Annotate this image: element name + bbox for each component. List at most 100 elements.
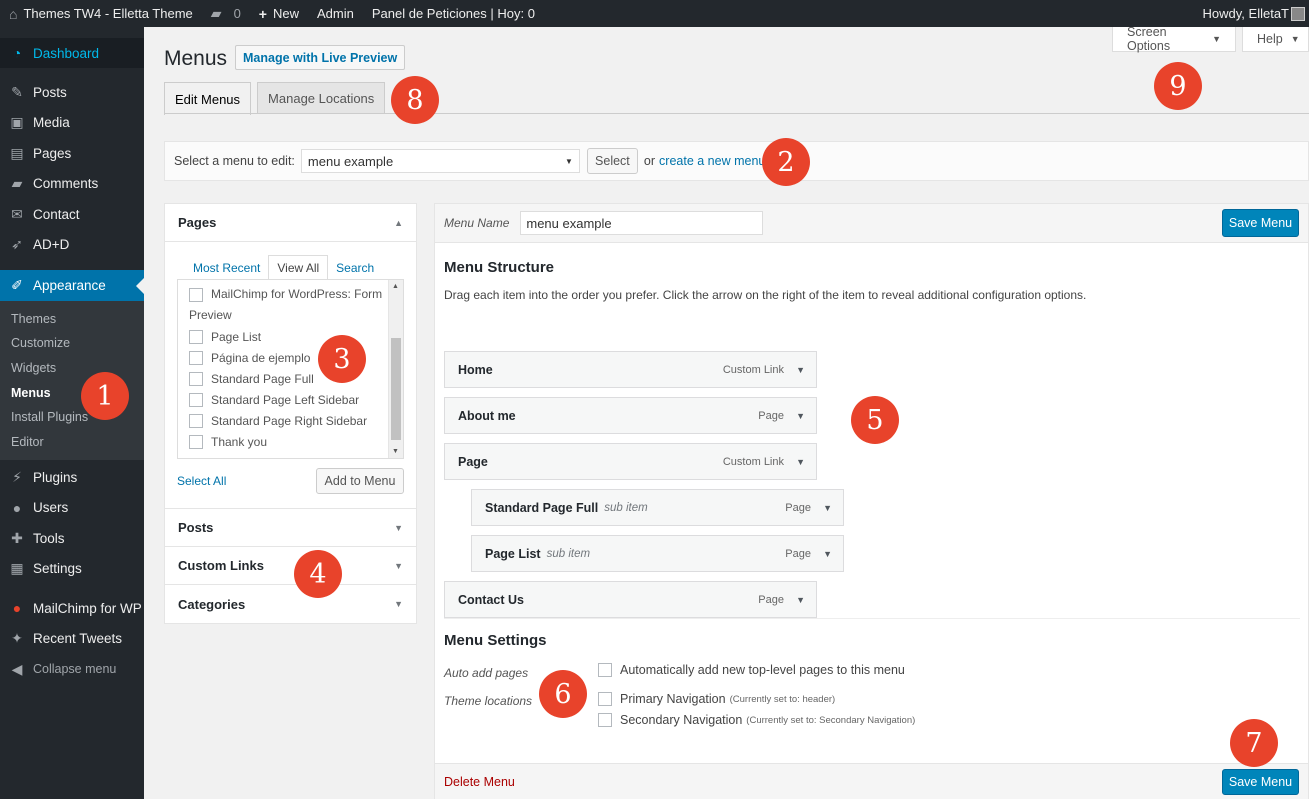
sub-item-label: sub item [546,547,591,560]
menu-name-input[interactable]: menu example [520,211,764,235]
caret-down-icon[interactable]: ▼ [796,365,805,375]
list-item[interactable]: Standard Page Left Sidebar [189,389,403,410]
list-item[interactable]: MailChimp for WordPress: Form Preview [189,284,403,326]
menu-item-row[interactable]: Page Custom Link ▼ [444,443,817,480]
sidebar-label: Dashboard [33,45,100,61]
list-item[interactable]: Standard Page Right Sidebar [189,410,403,431]
sidebar-item-tools[interactable]: ✚ Tools [0,523,144,554]
create-new-menu-link[interactable]: create a new menu. [659,154,769,168]
sidebar-item-add[interactable]: ➶ AD+D [0,230,144,261]
caret-down-icon[interactable]: ▼ [796,457,805,467]
sidebar-item-posts[interactable]: ✎ Posts [0,77,144,108]
rocket-icon: ➶ [11,236,23,253]
menu-select-dropdown[interactable]: menu example ▼ [300,149,580,173]
checkbox[interactable] [189,287,203,302]
caret-down-icon: ▼ [1212,34,1221,44]
delete-menu-link[interactable]: Delete Menu [444,775,515,789]
caret-down-icon[interactable]: ▼ [796,595,805,605]
checkbox[interactable] [598,663,612,677]
secondary-navigation-option[interactable]: Secondary Navigation (Currently set to: S… [598,713,915,727]
page-item-label: Page List [211,329,262,344]
caret-up-icon: ▲ [394,217,403,228]
submenu-editor[interactable]: Editor [0,429,144,454]
screen-options-button[interactable]: Screen Options ▼ [1112,25,1236,53]
select-button[interactable]: Select [586,148,638,174]
sidebar-item-appearance[interactable]: ✐ Appearance [0,270,144,301]
callout-badge: 5 [851,396,899,444]
tab-edit-menus[interactable]: Edit Menus [164,82,252,115]
pages-section-header[interactable]: Pages ▲ [165,204,416,242]
page-item-label: Thank you [211,434,268,449]
sidebar-item-tweets[interactable]: ✦ Recent Tweets [0,624,144,655]
save-menu-button-bottom[interactable]: Save Menu [1222,768,1299,795]
admin-link[interactable]: Admin [308,0,363,27]
save-menu-button-top[interactable]: Save Menu [1222,209,1299,237]
checklist-scrollbar[interactable]: ▲ ▼ [388,280,403,458]
sidebar-item-contact[interactable]: ✉ Contact [0,199,144,230]
checkbox[interactable] [189,350,203,365]
sidebar-item-plugins[interactable]: ⚡ Plugins [0,462,144,493]
posts-section-header[interactable]: Posts ▼ [165,509,416,547]
checkbox[interactable] [189,371,203,386]
checkbox[interactable] [189,392,203,407]
auto-add-option[interactable]: Automatically add new top-level pages to… [598,663,905,677]
primary-navigation-option[interactable]: Primary Navigation (Currently set to: hea… [598,692,835,706]
scroll-down-icon[interactable]: ▼ [392,448,399,455]
caret-down-icon[interactable]: ▼ [796,411,805,421]
sidebar-item-media[interactable]: ▣ Media [0,108,144,139]
menu-item-row[interactable]: Contact Us Page ▼ [444,581,817,618]
brush-icon: ✐ [11,276,23,293]
help-button[interactable]: Help ▼ [1242,27,1309,52]
sidebar-item-settings[interactable]: ▦ Settings [0,554,144,585]
menu-name-label: Menu Name [444,216,510,230]
page-item-label: Standard Page Full [211,371,314,386]
sidebar-item-mailchimp[interactable]: ● MailChimp for WP [0,593,144,624]
settings-divider [444,618,1300,619]
select-all-link[interactable]: Select All [177,474,226,488]
plus-icon: + [258,5,267,22]
tab-view-all[interactable]: View All [268,255,329,280]
live-preview-button[interactable]: Manage with Live Preview [235,45,406,70]
checkbox[interactable] [189,413,203,428]
tab-search[interactable]: Search [328,257,382,279]
add-menu-items-panel: Pages ▲ Most Recent View All Search MailC… [164,203,417,624]
sidebar-item-dashboard[interactable]: ◔ Dashboard [0,38,144,68]
menu-item-row[interactable]: Home Custom Link ▼ [444,351,817,388]
menu-subitem-row[interactable]: Standard Page Full sub item Page ▼ [471,489,844,526]
menu-item-title: Page [458,454,488,469]
categories-section-header[interactable]: Categories ▼ [165,585,416,623]
scrollbar-thumb[interactable] [391,338,401,440]
submenu-widgets[interactable]: Widgets [0,356,144,381]
scroll-up-icon[interactable]: ▲ [392,283,399,290]
new-content-link[interactable]: + New [250,0,308,27]
checkbox[interactable] [598,713,612,727]
list-item[interactable]: Page List [189,326,403,347]
tab-most-recent[interactable]: Most Recent [185,257,268,279]
site-name-link[interactable]: ⌂ Themes TW4 - Elletta Theme [0,0,202,27]
comments-link[interactable]: ▰ 0 [202,0,250,27]
collapse-menu-button[interactable]: ◀ Collapse menu [0,654,144,685]
comments-count: 0 [233,6,241,21]
list-item[interactable]: Standard Page Full [189,368,403,389]
pages-section-body: Most Recent View All Search MailChimp fo… [165,242,416,509]
sidebar-item-comments[interactable]: ▰ Comments [0,169,144,200]
list-item[interactable]: Thank you [189,431,403,452]
menu-subitem-row[interactable]: Page List sub item Page ▼ [471,535,844,572]
sidebar-item-users[interactable]: ● Users [0,493,144,524]
submenu-customize[interactable]: Customize [0,331,144,356]
custom-links-section-header[interactable]: Custom Links ▼ [165,547,416,585]
checkbox[interactable] [189,434,203,449]
peticiones-link[interactable]: Panel de Peticiones | Hoy: 0 [363,0,544,27]
tab-manage-locations[interactable]: Manage Locations [257,82,386,114]
add-to-menu-button[interactable]: Add to Menu [316,468,404,494]
checkbox[interactable] [598,692,612,706]
my-account[interactable]: Howdy, ElletaT [1194,0,1309,27]
caret-down-icon[interactable]: ▼ [823,503,832,513]
checkbox[interactable] [189,329,203,344]
submenu-themes[interactable]: Themes [0,307,144,332]
sidebar-item-pages[interactable]: ▤ Pages [0,138,144,169]
custom-links-section-title: Custom Links [178,558,264,573]
list-item[interactable]: Página de ejemplo [189,347,403,368]
menu-item-row[interactable]: About me Page ▼ [444,397,817,434]
caret-down-icon[interactable]: ▼ [823,549,832,559]
